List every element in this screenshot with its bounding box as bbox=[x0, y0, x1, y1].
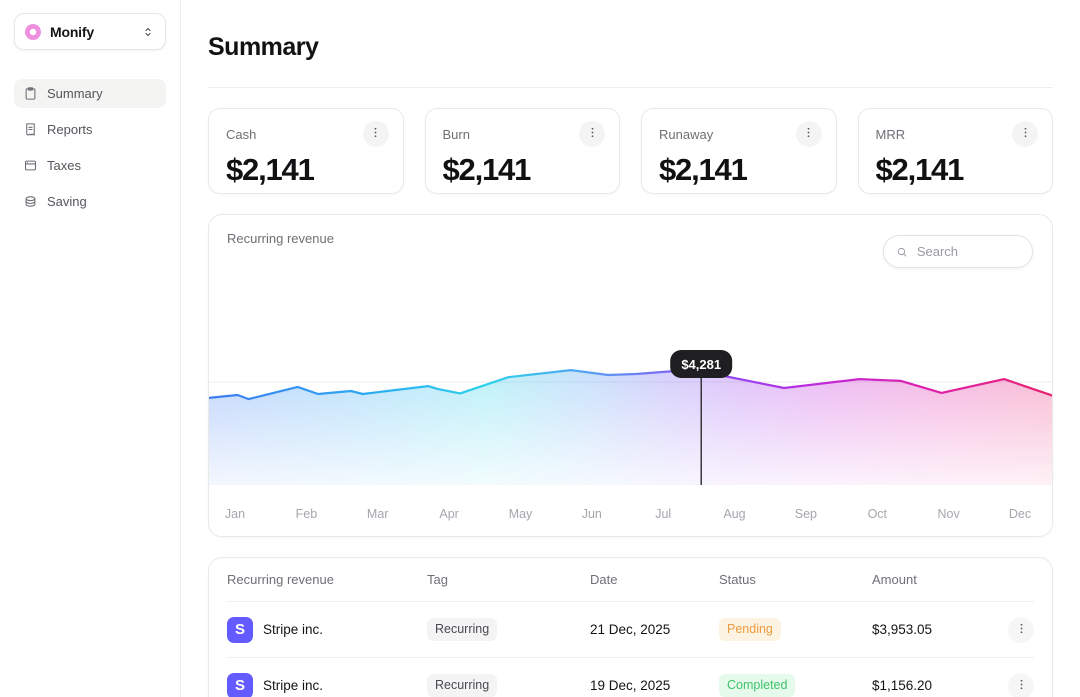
transaction-date: 21 Dec, 2025 bbox=[590, 622, 671, 637]
row-menu-button[interactable] bbox=[1008, 672, 1034, 697]
stripe-logo: S bbox=[227, 616, 253, 643]
monify-logo-icon bbox=[24, 23, 42, 41]
stat-value: $2,141 bbox=[875, 152, 965, 187]
search-box[interactable] bbox=[883, 235, 1033, 268]
table-row: S Stripe inc. Recurring 19 Dec, 2025 Com… bbox=[227, 658, 1034, 697]
column-tag: Tag bbox=[427, 572, 448, 587]
table-header: Recurring revenue Tag Date Status Amount bbox=[227, 558, 1034, 602]
svg-text:Sep: Sep bbox=[795, 507, 817, 521]
kebab-icon bbox=[1018, 125, 1033, 143]
svg-text:Jul: Jul bbox=[655, 507, 671, 521]
sidebar-nav: Summary Reports Taxes Saving bbox=[14, 79, 166, 216]
search-icon bbox=[896, 245, 908, 259]
merchant-name: Stripe inc. bbox=[263, 622, 324, 637]
column-date: Date bbox=[590, 572, 618, 587]
svg-text:Dec: Dec bbox=[1009, 507, 1031, 521]
column-amount: Amount bbox=[872, 572, 917, 587]
page-title: Summary bbox=[208, 33, 319, 61]
clipboard-icon bbox=[23, 86, 38, 101]
transactions-card: Recurring revenue Tag Date Status Amount… bbox=[208, 557, 1053, 697]
sidebar-item-reports[interactable]: Reports bbox=[14, 115, 166, 144]
main-content: Summary Cash $2,141 Burn $2,141 Runaway … bbox=[181, 0, 1080, 697]
svg-text:Nov: Nov bbox=[937, 507, 960, 521]
sidebar-item-taxes[interactable]: Taxes bbox=[14, 151, 166, 180]
coins-icon bbox=[23, 194, 38, 209]
svg-text:Feb: Feb bbox=[296, 507, 318, 521]
title-divider bbox=[208, 87, 1053, 88]
card-menu-button[interactable] bbox=[362, 121, 389, 147]
stat-card-burn: Burn $2,141 bbox=[424, 108, 620, 194]
table-body: S Stripe inc. Recurring 21 Dec, 2025 Pen… bbox=[227, 602, 1034, 697]
receipt-icon bbox=[23, 122, 38, 137]
search-input[interactable] bbox=[914, 243, 1020, 260]
stat-value: $2,141 bbox=[226, 152, 315, 187]
stat-label: Cash bbox=[226, 126, 257, 142]
stat-card-cash: Cash $2,141 bbox=[208, 108, 404, 194]
chart-tooltip: $4,281 bbox=[670, 350, 733, 378]
table-row: S Stripe inc. Recurring 21 Dec, 2025 Pen… bbox=[227, 602, 1034, 658]
status-badge: Pending bbox=[719, 618, 781, 641]
kebab-icon bbox=[1014, 677, 1029, 695]
column-status: Status bbox=[719, 572, 756, 587]
kebab-icon bbox=[801, 125, 816, 143]
kebab-icon bbox=[1014, 621, 1029, 639]
sidebar: Monify Summary Reports Taxes Saving bbox=[0, 0, 181, 697]
card-menu-button[interactable] bbox=[579, 121, 605, 147]
svg-text:Aug: Aug bbox=[723, 507, 745, 521]
card-icon bbox=[23, 158, 38, 173]
status-badge: Completed bbox=[719, 674, 796, 697]
svg-text:Apr: Apr bbox=[439, 507, 458, 521]
tag-badge: Recurring bbox=[427, 674, 498, 697]
chart-card: $4,281 Jan Feb Mar Apr May Jun Jul Aug Sep Oct Nov… bbox=[208, 214, 1053, 537]
tag-badge: Recurring bbox=[427, 618, 498, 641]
stat-card-mrr: MRR $2,141 bbox=[857, 108, 1053, 194]
transaction-date: 19 Dec, 2025 bbox=[590, 678, 671, 693]
svg-text:$4,281: $4,281 bbox=[681, 357, 721, 372]
chart-title: Recurring revenue bbox=[227, 231, 334, 246]
svg-text:Mar: Mar bbox=[367, 507, 389, 521]
stat-label: MRR bbox=[875, 126, 906, 142]
transaction-amount: $3,953.05 bbox=[872, 622, 933, 637]
stat-value: $2,141 bbox=[659, 152, 748, 187]
stat-card-runaway: Runaway $2,141 bbox=[641, 108, 837, 194]
merchant-name: Stripe inc. bbox=[263, 678, 324, 693]
app-root: Monify Summary Reports Taxes Saving Summ… bbox=[0, 0, 1080, 697]
stat-label: Burn bbox=[442, 126, 470, 142]
stats-row: Cash $2,141 Burn $2,141 Runaway $2,141 M… bbox=[208, 108, 1053, 194]
stat-value: $2,141 bbox=[442, 152, 532, 187]
sidebar-item-saving[interactable]: Saving bbox=[14, 187, 166, 216]
svg-text:Jan: Jan bbox=[225, 507, 245, 521]
svg-text:May: May bbox=[509, 507, 533, 521]
svg-text:Oct: Oct bbox=[868, 507, 888, 521]
workspace-switcher[interactable]: Monify bbox=[14, 13, 166, 50]
svg-text:Jun: Jun bbox=[582, 507, 602, 521]
kebab-icon bbox=[368, 125, 383, 143]
stat-label: Runaway bbox=[659, 126, 714, 142]
workspace-name: Monify bbox=[50, 23, 94, 40]
sidebar-item-summary[interactable]: Summary bbox=[14, 79, 166, 108]
card-menu-button[interactable] bbox=[1012, 121, 1038, 147]
kebab-icon bbox=[585, 125, 600, 143]
stripe-logo: S bbox=[227, 672, 253, 697]
column-recurring-revenue: Recurring revenue bbox=[227, 572, 334, 587]
transaction-amount: $1,156.20 bbox=[872, 678, 933, 693]
chevron-up-down-icon bbox=[141, 25, 155, 39]
card-menu-button[interactable] bbox=[795, 121, 822, 147]
row-menu-button[interactable] bbox=[1008, 616, 1034, 643]
